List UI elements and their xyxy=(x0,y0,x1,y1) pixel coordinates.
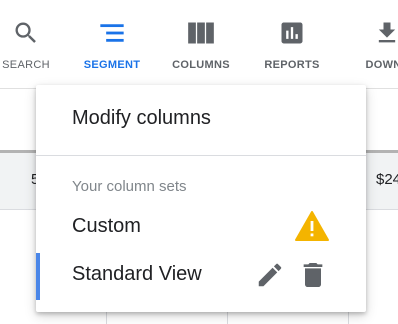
segment-button[interactable]: SEGMENT xyxy=(68,0,156,88)
column-sets-heading: Your column sets xyxy=(72,178,187,195)
segment-dropdown-menu: Modify columns Your column sets Custom S… xyxy=(36,85,366,312)
reports-icon xyxy=(277,18,307,48)
columns-icon xyxy=(186,18,216,48)
delete-icon[interactable] xyxy=(297,259,329,291)
columns-label: COLUMNS xyxy=(172,59,230,71)
table-cell: $24 xyxy=(376,171,398,188)
segment-icon xyxy=(97,18,127,48)
segment-label: SEGMENT xyxy=(83,59,141,71)
reports-button[interactable]: REPORTS xyxy=(248,0,336,88)
column-set-label: Custom xyxy=(72,215,141,237)
column-set-label: Standard View xyxy=(72,263,202,285)
columns-button[interactable]: COLUMNS xyxy=(157,0,245,88)
search-label: SEARCH xyxy=(2,59,50,71)
column-set-standard-view[interactable]: Standard View xyxy=(36,253,366,300)
column-set-custom[interactable]: Custom xyxy=(36,205,366,249)
search-button[interactable]: SEARCH xyxy=(0,0,70,88)
toolbar: SEARCH SEGMENT COLUMNS REPORTS DOWN xyxy=(0,0,398,89)
modify-columns-label: Modify columns xyxy=(72,107,211,129)
download-label: DOWNL xyxy=(365,59,398,71)
edit-icon[interactable] xyxy=(255,260,285,290)
app-root: SEARCH SEGMENT COLUMNS REPORTS DOWN $24 … xyxy=(0,0,398,324)
selected-indicator xyxy=(36,253,40,300)
download-button[interactable]: DOWNL xyxy=(343,0,398,88)
menu-divider xyxy=(36,155,366,156)
reports-label: REPORTS xyxy=(264,59,320,71)
warning-icon xyxy=(295,211,329,241)
download-icon xyxy=(372,18,398,48)
modify-columns-item[interactable]: Modify columns xyxy=(36,85,366,155)
search-icon xyxy=(11,18,41,48)
